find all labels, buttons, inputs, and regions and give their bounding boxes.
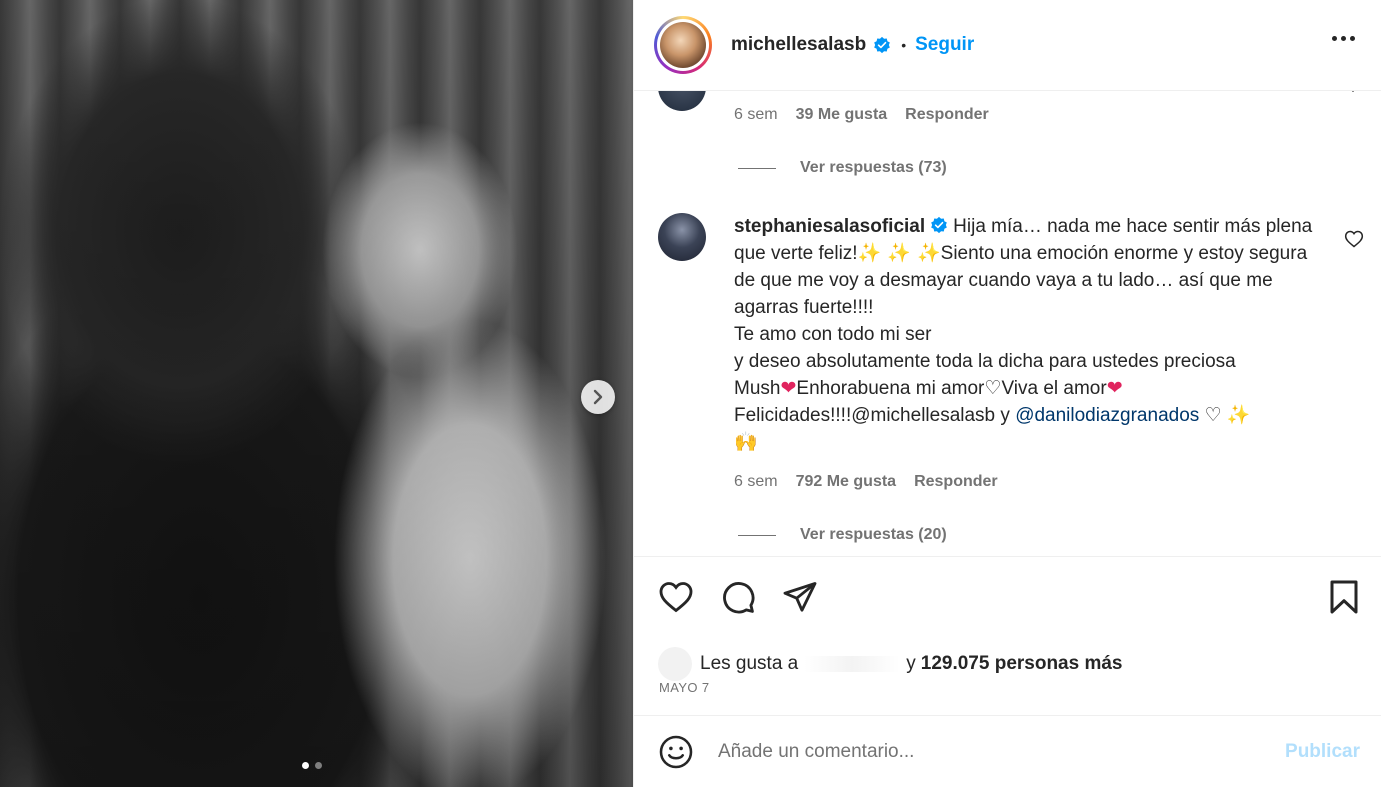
mention-link[interactable]: @danilodiazgranados — [1015, 405, 1199, 426]
reply-button[interactable]: Responder — [914, 473, 998, 491]
view-replies-button[interactable]: Ver respuestas (73) — [738, 159, 947, 177]
bookmark-icon[interactable] — [1328, 579, 1360, 615]
comment-phrase: Viva el amor — [1001, 378, 1107, 399]
verified-badge-icon — [931, 216, 947, 234]
comment-likes[interactable]: 792 Me gusta — [796, 473, 896, 491]
carousel-next-button[interactable] — [581, 380, 615, 414]
comment-meta: 6 sem 792 Me gusta Responder — [734, 473, 998, 491]
likes-joiner: y — [906, 653, 916, 674]
author-avatar[interactable] — [654, 16, 712, 74]
comment-username[interactable]: stephaniesalasoficial — [734, 216, 925, 237]
likes-prefix: Les gusta a — [700, 653, 799, 674]
comment-time: 6 sem — [734, 473, 778, 490]
comment-line: y deseo absolutamente toda la dicha para… — [734, 351, 1236, 372]
reply-button[interactable]: Responder — [905, 106, 989, 124]
white-heart-emoji: ♡ — [984, 377, 1002, 399]
publish-button[interactable]: Publicar — [1285, 741, 1360, 763]
view-replies-button[interactable]: Ver respuestas (20) — [738, 526, 947, 544]
verified-badge-icon — [874, 36, 891, 54]
replies-divider — [738, 167, 776, 169]
red-heart-emoji: ❤ — [780, 377, 797, 399]
red-heart-emoji: ❤ — [1106, 377, 1123, 399]
post-photo[interactable] — [0, 0, 633, 787]
post-actions: Les gusta a y 129.075 personas más MAYO … — [634, 556, 1381, 716]
emoji-icon[interactable] — [658, 734, 694, 770]
post-header: michellesalasb • Seguir — [634, 0, 1381, 91]
commenter-avatar[interactable] — [658, 91, 706, 111]
raised-hands-emoji: 🙌 — [734, 431, 758, 453]
author-username[interactable]: michellesalasb — [731, 34, 866, 56]
more-options-icon[interactable] — [1332, 36, 1355, 41]
follow-button[interactable]: Seguir — [915, 34, 974, 56]
sparkles-emoji: ✨ — [1226, 404, 1251, 426]
comment-composer: Publicar — [634, 716, 1381, 787]
comment-icon[interactable] — [720, 579, 756, 615]
comment-meta: 6 sem 39 Me gusta Responder — [734, 106, 989, 124]
header-separator: • — [901, 37, 907, 53]
commenter-avatar[interactable] — [658, 213, 706, 261]
comment-likes[interactable]: 39 Me gusta — [796, 106, 888, 124]
comment-input[interactable] — [718, 740, 1238, 763]
post-side-panel: michellesalasb • Seguir 6 sem 39 Me gust… — [633, 0, 1381, 787]
comment-line: Te amo con todo mi ser — [734, 324, 932, 345]
chevron-down-icon — [1351, 91, 1355, 93]
white-heart-emoji: ♡ — [1204, 404, 1222, 426]
share-icon[interactable] — [782, 579, 818, 615]
heart-icon[interactable] — [658, 579, 694, 615]
sparkles-emoji: ✨ ✨ ✨ — [857, 242, 941, 264]
comment-time: 6 sem — [734, 106, 778, 123]
photo-shade — [0, 0, 633, 787]
action-icons-row — [658, 579, 818, 615]
comment-phrase: Enhorabuena mi amor — [796, 378, 985, 399]
liker-avatar[interactable] — [658, 647, 692, 681]
view-replies-label: Ver respuestas (20) — [800, 526, 947, 543]
comment-phrase: Felicidades!!!!@michellesalasb y — [734, 405, 1016, 426]
chevron-right-icon — [593, 389, 603, 405]
view-replies-label: Ver respuestas (73) — [800, 159, 947, 176]
comments-list[interactable]: 6 sem 39 Me gusta Responder Ver respuest… — [634, 91, 1381, 556]
replies-divider — [738, 534, 776, 536]
carousel-dot-active — [302, 762, 309, 769]
carousel-dot — [315, 762, 322, 769]
likes-summary[interactable]: Les gusta a y 129.075 personas más — [658, 647, 1123, 681]
likes-count[interactable]: 129.075 personas más — [921, 653, 1123, 675]
comment-word: Mush — [734, 378, 781, 399]
liker-name-redacted — [804, 656, 901, 672]
carousel-dots — [302, 762, 322, 769]
post-date[interactable]: MAYO 7 — [659, 680, 710, 695]
like-comment-heart-icon[interactable] — [1344, 229, 1364, 249]
comment-body: stephaniesalasoficial Hija mía… nada me … — [734, 213, 1314, 456]
